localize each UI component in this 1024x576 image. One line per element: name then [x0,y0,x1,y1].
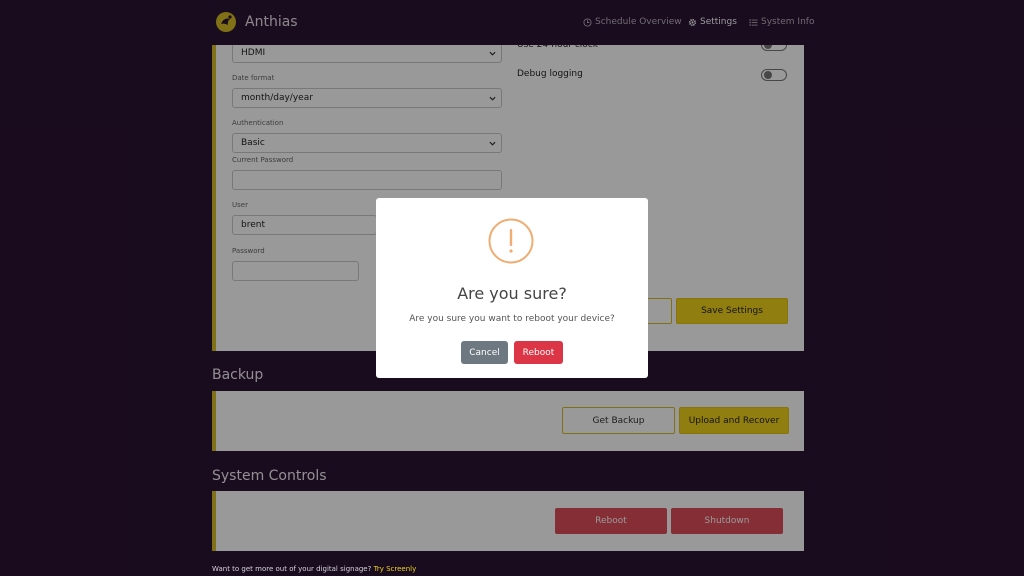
footer-text: Want to get more out of your digital sig… [212,565,372,573]
try-screenly-link[interactable]: Try Screenly [374,565,417,573]
dialog-title: Are you sure? [457,284,567,303]
confirm-dialog: Are you sure? Are you sure you want to r… [376,198,648,378]
dialog-message: Are you sure you want to reboot your dev… [409,314,615,324]
dialog-cancel-button[interactable]: Cancel [461,341,508,364]
warning-icon [488,218,534,264]
page: Anthias Schedule Overview Settings Syste… [0,0,1024,576]
footer: Want to get more out of your digital sig… [212,565,416,573]
dialog-reboot-button[interactable]: Reboot [514,341,563,364]
